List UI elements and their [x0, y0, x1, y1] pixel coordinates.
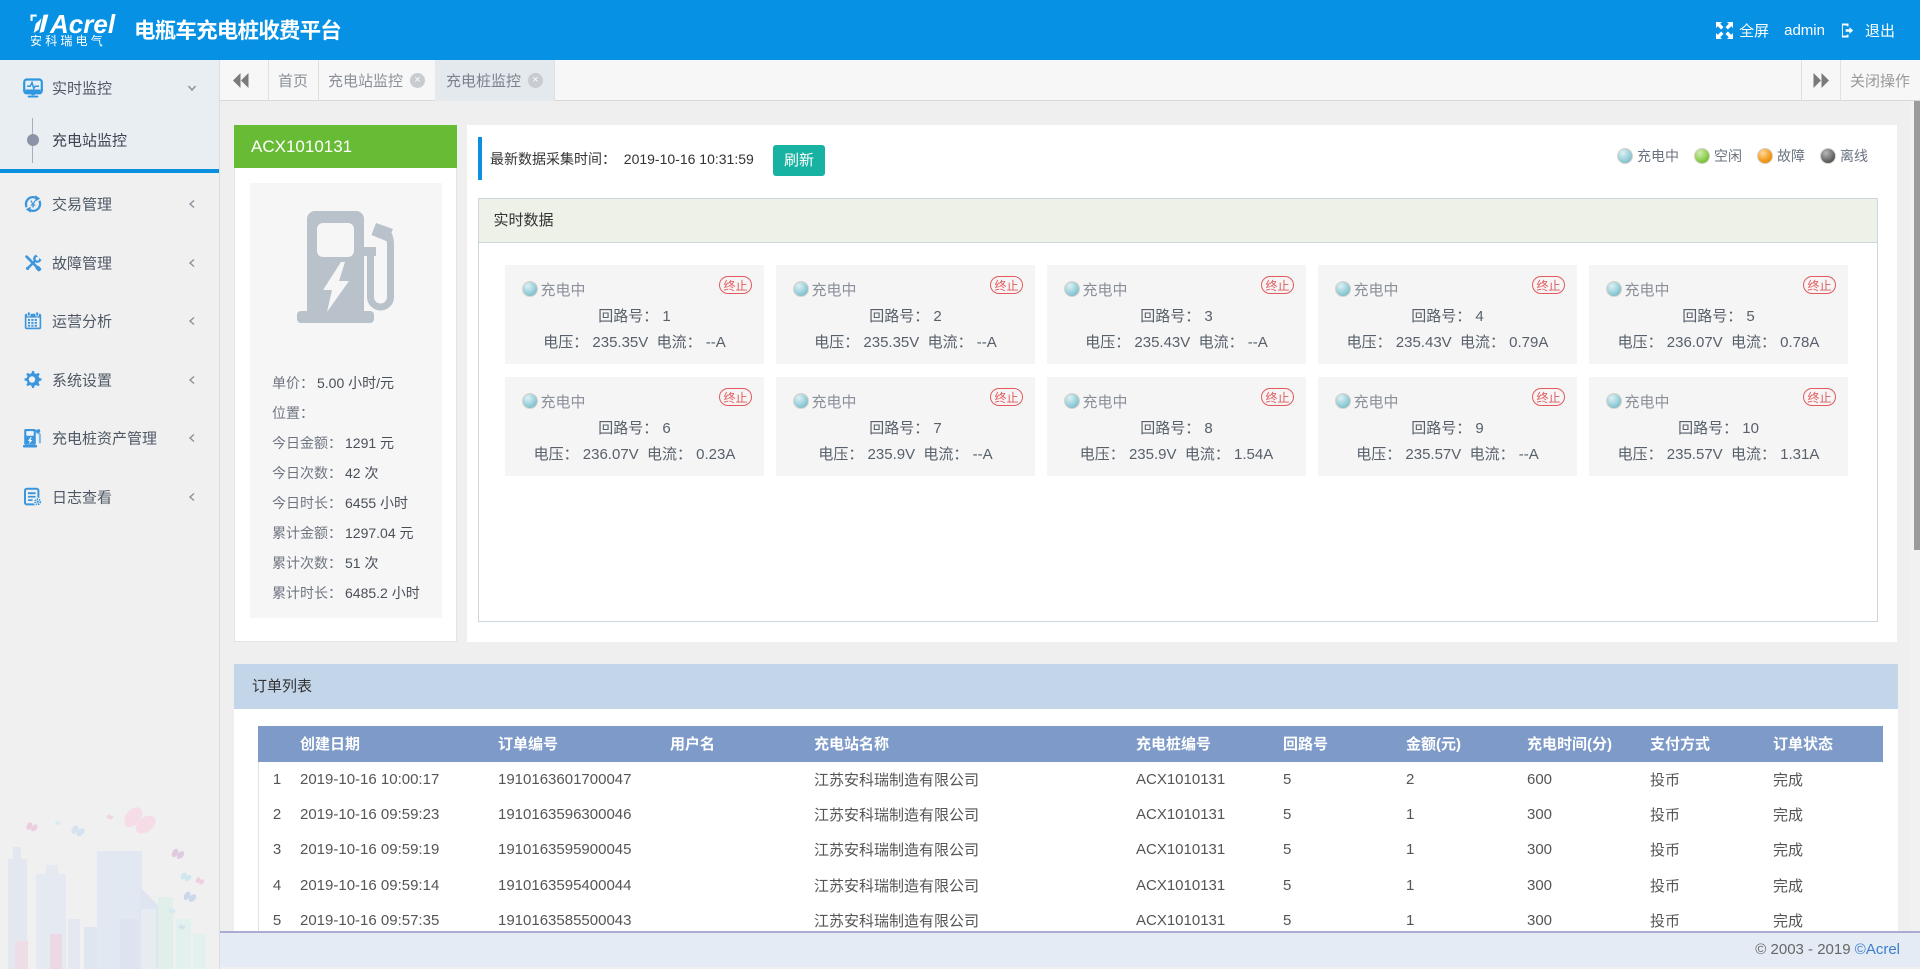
svg-text:¥: ¥: [30, 200, 36, 211]
